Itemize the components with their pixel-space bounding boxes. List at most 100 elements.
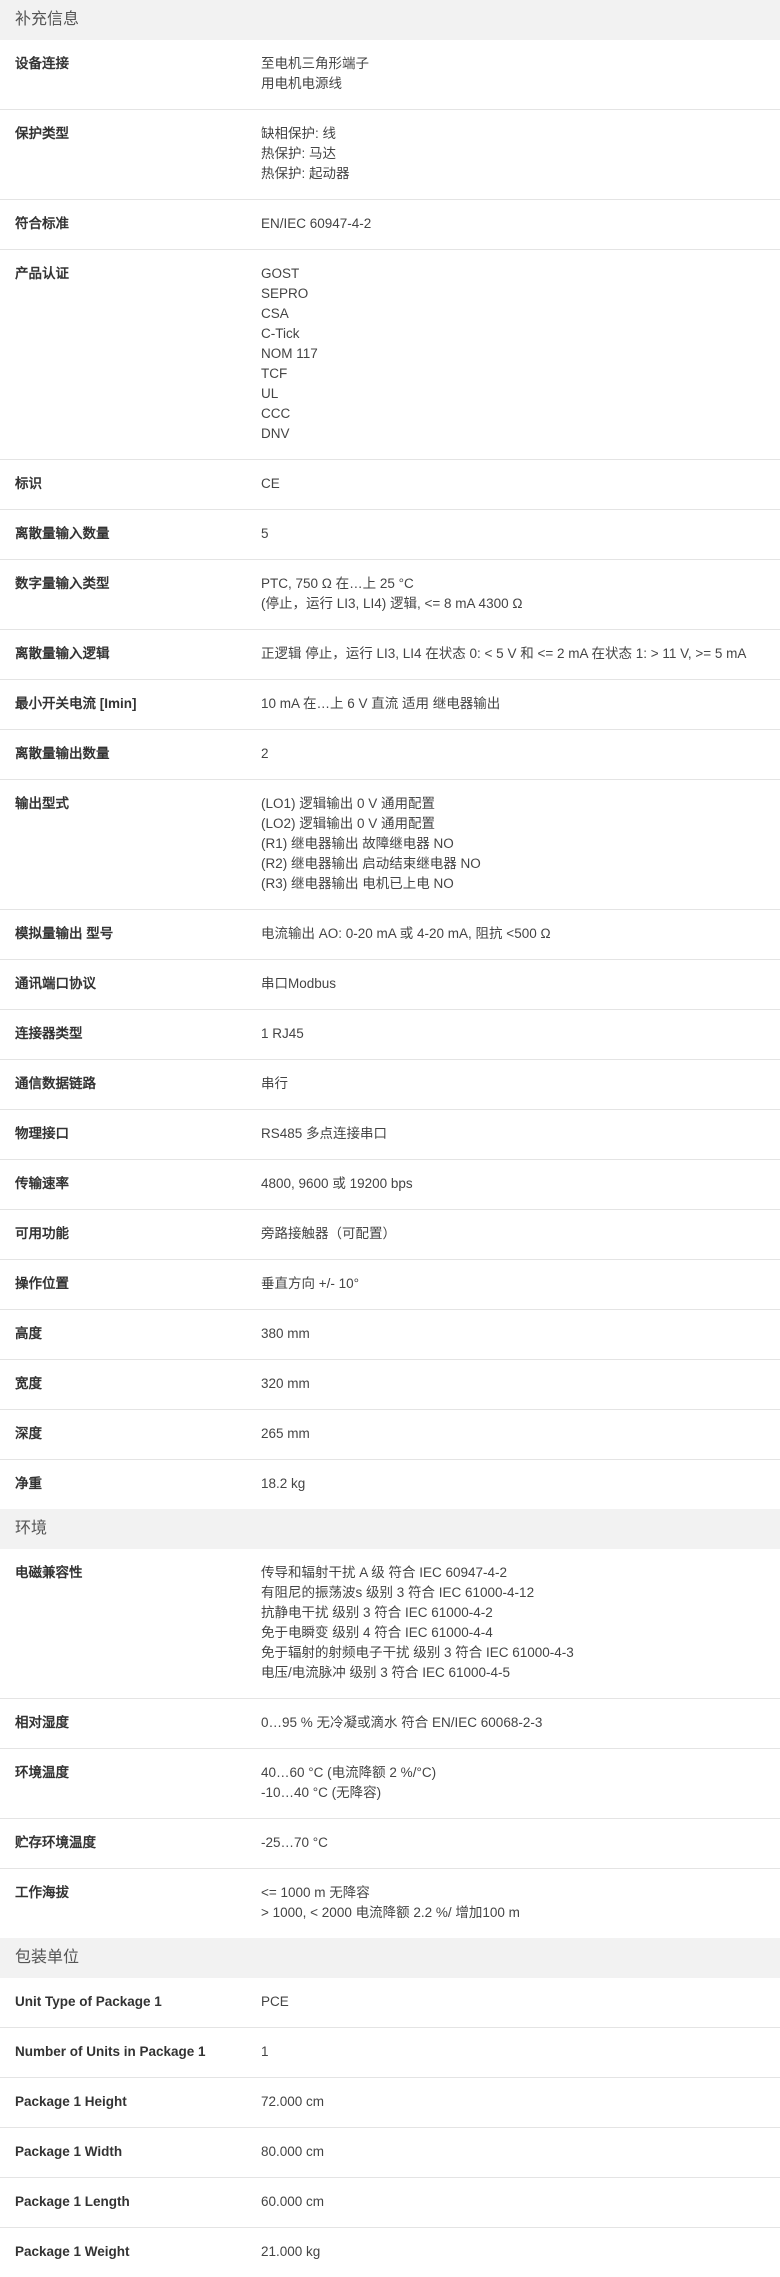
spec-value-line: (R2) 继电器输出 启动结束继电器 NO [261, 856, 481, 871]
section-header: 包装单位 [0, 1938, 780, 1978]
spec-value-line: 80.000 cm [261, 2144, 325, 2159]
spec-value-line: 有阻尼的振荡波s 级别 3 符合 IEC 61000-4-12 [261, 1585, 535, 1600]
spec-value-line: 至电机三角形端子 [261, 56, 369, 71]
spec-value: PCE [261, 1992, 780, 2012]
spec-value: 5 [261, 524, 780, 544]
spec-value: 1 [261, 2042, 780, 2062]
spec-value: 265 mm [261, 1424, 780, 1444]
spec-row: 产品认证 GOST SEPRO CSA C-Tick NOM 117 TCF UL CCC DNV [0, 250, 780, 460]
spec-table: 补充信息 设备连接 至电机三角形端子 用电机电源线 保护类型 缺相保护: 线热保护: 马达… [0, 0, 780, 2277]
spec-value: 至电机三角形端子 用电机电源线 [261, 54, 780, 94]
spec-label: Number of Units in Package 1 [15, 2044, 206, 2059]
spec-row: 深度 265 mm [0, 1410, 780, 1460]
spec-label: 操作位置 [15, 1276, 69, 1291]
spec-value-line: PCE [261, 1994, 289, 2009]
spec-value: 380 mm [261, 1324, 780, 1344]
spec-value: 传导和辐射干扰 A 级 符合 IEC 60947-4-2 有阻尼的振荡波s 级别 … [261, 1563, 780, 1683]
spec-value-line: 72.000 cm [261, 2094, 325, 2109]
spec-value-line: 60.000 cm [261, 2194, 325, 2209]
spec-label: Package 1 Length [15, 2194, 130, 2209]
spec-value: 40…60 °C (电流降额 2 %/°C) -10…40 °C (无降容) [261, 1763, 780, 1803]
spec-value-line: CCC [261, 406, 291, 421]
spec-row: Unit Type of Package 1 PCE [0, 1978, 780, 2028]
spec-row: 宽度 320 mm [0, 1360, 780, 1410]
spec-label: 符合标准 [15, 216, 69, 231]
spec-value-line: GOST [261, 266, 300, 281]
spec-label: Package 1 Weight [15, 2244, 130, 2259]
spec-row: 模拟量输出 型号 电流输出 AO: 0-20 mA 或 4-20 mA, 阻抗 <… [0, 910, 780, 960]
spec-label: 标识 [15, 476, 42, 491]
spec-row: 离散量输出数量 2 [0, 730, 780, 780]
spec-value-line: (R3) 继电器输出 电机已上电 NO [261, 876, 454, 891]
spec-value: 320 mm [261, 1374, 780, 1394]
spec-value-line: 电流输出 AO: 0-20 mA 或 4-20 mA, 阻抗 <500 Ω [261, 926, 551, 941]
spec-label: Unit Type of Package 1 [15, 1994, 162, 2009]
spec-row: Package 1 Width 80.000 cm [0, 2128, 780, 2178]
spec-value-line: 380 mm [261, 1326, 310, 1341]
spec-row: 最小开关电流 [Imin] 10 mA 在…上 6 V 直流 适用 继电器输出 [0, 680, 780, 730]
spec-value: 1 RJ45 [261, 1024, 780, 1044]
spec-row: 连接器类型 1 RJ45 [0, 1010, 780, 1060]
spec-value-line: 18.2 kg [261, 1476, 306, 1491]
spec-row: 相对湿度 0…95 % 无冷凝或滴水 符合 EN/IEC 60068-2-3 [0, 1699, 780, 1749]
spec-value: 4800, 9600 或 19200 bps [261, 1174, 780, 1194]
spec-row: Package 1 Height 72.000 cm [0, 2078, 780, 2128]
spec-label: 高度 [15, 1326, 42, 1341]
spec-label: 设备连接 [15, 56, 69, 71]
spec-value: 60.000 cm [261, 2192, 780, 2212]
spec-value: <= 1000 m 无降容 > 1000, < 2000 电流降额 2.2 %/ … [261, 1883, 780, 1923]
spec-label: 物理接口 [15, 1126, 69, 1141]
spec-row: 可用功能 旁路接触器（可配置） [0, 1210, 780, 1260]
spec-row: Package 1 Length 60.000 cm [0, 2178, 780, 2228]
spec-value: 0…95 % 无冷凝或滴水 符合 EN/IEC 60068-2-3 [261, 1713, 780, 1733]
spec-value: 垂直方向 +/- 10° [261, 1274, 780, 1294]
spec-value-line: 21.000 kg [261, 2244, 321, 2259]
spec-label: Package 1 Width [15, 2144, 123, 2159]
spec-label: 离散量输入数量 [15, 526, 110, 541]
spec-value-line: PTC, 750 Ω 在…上 25 °C [261, 576, 414, 591]
spec-label: 电磁兼容性 [15, 1565, 83, 1580]
spec-value-line: <= 1000 m 无降容 [261, 1885, 370, 1900]
spec-label: 贮存环境温度 [15, 1835, 96, 1850]
spec-label: 保护类型 [15, 126, 69, 141]
spec-value: GOST SEPRO CSA C-Tick NOM 117 TCF UL CCC DNV [261, 264, 780, 444]
spec-label: 连接器类型 [15, 1026, 83, 1041]
spec-row: 保护类型 缺相保护: 线热保护: 马达 热保护: 起动器 [0, 110, 780, 200]
spec-label: 可用功能 [15, 1226, 69, 1241]
spec-label: 模拟量输出 型号 [15, 926, 114, 941]
spec-row: 标识 CE [0, 460, 780, 510]
spec-value-line: 用电机电源线 [261, 76, 342, 91]
spec-value: EN/IEC 60947-4-2 [261, 214, 780, 234]
spec-row: 贮存环境温度 -25…70 °C [0, 1819, 780, 1869]
spec-row: 高度 380 mm [0, 1310, 780, 1360]
spec-value-line: 串口Modbus [261, 976, 337, 991]
spec-value-line: C-Tick [261, 326, 300, 341]
spec-value-line: 电压/电流脉冲 级别 3 符合 IEC 61000-4-5 [261, 1665, 511, 1680]
spec-label: 净重 [15, 1476, 42, 1491]
spec-label: 工作海拔 [15, 1885, 69, 1900]
spec-label: 产品认证 [15, 266, 69, 281]
spec-value-line: CSA [261, 306, 289, 321]
spec-row: 操作位置 垂直方向 +/- 10° [0, 1260, 780, 1310]
spec-row: 净重 18.2 kg [0, 1460, 780, 1509]
spec-value-line: 265 mm [261, 1426, 310, 1441]
spec-value-line: (R1) 继电器输出 故障继电器 NO [261, 836, 454, 851]
spec-value-line: CE [261, 476, 280, 491]
spec-value: PTC, 750 Ω 在…上 25 °C (停止，运行 LI3, LI4) 逻辑,… [261, 574, 780, 614]
spec-label: 离散量输出数量 [15, 746, 110, 761]
spec-value-line: 传导和辐射干扰 A 级 符合 IEC 60947-4-2 [261, 1565, 508, 1580]
spec-value: 缺相保护: 线热保护: 马达 热保护: 起动器 [261, 124, 780, 184]
spec-value-line: 热保护: 起动器 [261, 166, 350, 181]
spec-value-line: UL [261, 386, 279, 401]
spec-value: 电流输出 AO: 0-20 mA 或 4-20 mA, 阻抗 <500 Ω [261, 924, 780, 944]
spec-value-line: TCF [261, 366, 288, 381]
spec-row: 通信数据链路 串行 [0, 1060, 780, 1110]
spec-value-line: 40…60 °C (电流降额 2 %/°C) [261, 1765, 437, 1780]
spec-label: 数字量输入类型 [15, 576, 110, 591]
spec-value: 80.000 cm [261, 2142, 780, 2162]
spec-value-line: -10…40 °C (无降容) [261, 1785, 382, 1800]
spec-value-line: > 1000, < 2000 电流降额 2.2 %/ 增加100 m [261, 1905, 520, 1920]
spec-label: Package 1 Height [15, 2094, 127, 2109]
spec-label: 离散量输入逻辑 [15, 646, 110, 661]
spec-label: 最小开关电流 [Imin] [15, 696, 137, 711]
